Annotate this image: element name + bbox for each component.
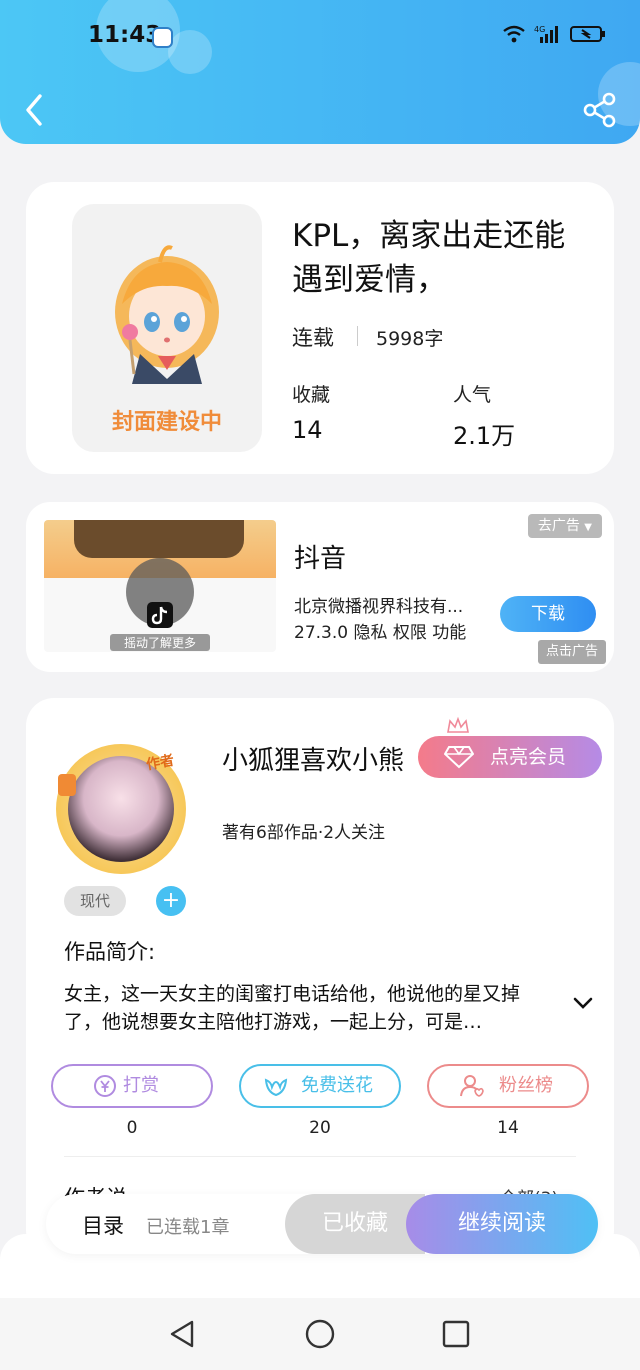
crown-icon bbox=[447, 716, 469, 733]
stat-value-collections: 14 bbox=[292, 416, 323, 444]
ad-thumbnail[interactable]: 摇动了解更多 bbox=[44, 520, 276, 652]
status-icons: 4G bbox=[502, 24, 606, 44]
cover-illustration bbox=[115, 245, 219, 384]
stat-value-popularity: 2.1万 bbox=[453, 422, 516, 450]
yen-icon bbox=[94, 1075, 116, 1097]
send-flower-label: 免费送花 bbox=[301, 1075, 373, 1096]
share-button[interactable] bbox=[582, 92, 618, 128]
decor-bubble bbox=[168, 30, 212, 74]
flower-icon bbox=[264, 1078, 288, 1097]
tip-count: 0 bbox=[126, 1118, 138, 1138]
user-icon bbox=[460, 1075, 484, 1097]
add-tag-button[interactable]: + bbox=[156, 886, 186, 916]
remove-ad-label: 去广告 bbox=[537, 518, 580, 534]
ad-download-button[interactable]: 下载 bbox=[500, 596, 596, 632]
stat-label-popularity: 人气 bbox=[453, 384, 492, 406]
ad-card[interactable]: 摇动了解更多 抖音 北京微播视界科技有... 27.3.0 隐私 权限 功能 去… bbox=[26, 502, 614, 672]
book-status: 连载 bbox=[292, 326, 334, 350]
author-name[interactable]: 小狐狸喜欢小熊 bbox=[222, 740, 404, 777]
diamond-icon bbox=[444, 746, 474, 769]
stat-label-collections: 收藏 bbox=[292, 384, 331, 406]
nav-home-icon[interactable] bbox=[304, 1318, 336, 1350]
fan-count: 14 bbox=[497, 1118, 519, 1138]
back-button[interactable] bbox=[20, 92, 50, 128]
send-flower-button[interactable]: 免费送花 bbox=[239, 1064, 401, 1108]
notification-app-icon bbox=[152, 27, 173, 48]
status-time: 11:43 bbox=[88, 22, 162, 48]
book-info-card: 封面建设中 KPL，离家出走还能遇到爱情， 连载 5998字 收藏 14 人气 … bbox=[26, 182, 614, 474]
nav-recents-icon[interactable] bbox=[440, 1318, 472, 1350]
battery-icon bbox=[570, 26, 605, 42]
expand-chevron-icon[interactable] bbox=[572, 996, 594, 1010]
header-bar: 11:43 4G bbox=[0, 0, 640, 144]
nav-back-icon[interactable] bbox=[166, 1318, 198, 1350]
collected-button[interactable]: 已收藏 bbox=[285, 1194, 425, 1254]
divider bbox=[64, 1156, 576, 1157]
bottom-action-bar: 目录 已连载1章 已收藏 继续阅读 bbox=[46, 1194, 598, 1254]
remove-ad-button[interactable]: 去广告 ▼ bbox=[527, 514, 602, 538]
genre-tag[interactable]: 现代 bbox=[64, 886, 126, 916]
separator bbox=[357, 326, 358, 346]
wifi-icon bbox=[503, 25, 525, 43]
intro-label: 作品简介: bbox=[64, 940, 156, 964]
author-card: 作者 小狐狸喜欢小熊 点亮会员 著有6部作品·2人关注 现代 + 作品简介: 女… bbox=[26, 698, 614, 1258]
signal-icon: 4G bbox=[534, 25, 558, 43]
ad-thumb-photo bbox=[74, 520, 244, 558]
chapter-info: 已连载1章 bbox=[146, 1217, 230, 1238]
ad-company: 北京微播视界科技有... bbox=[294, 597, 464, 617]
author-avatar[interactable]: 作者 bbox=[56, 744, 186, 874]
activate-vip-button[interactable]: 点亮会员 bbox=[418, 736, 602, 778]
system-nav-bar bbox=[0, 1298, 640, 1370]
ad-app-name: 抖音 bbox=[294, 544, 347, 574]
lantern-decor bbox=[58, 774, 76, 796]
book-title: KPL，离家出走还能遇到爱情， bbox=[292, 218, 566, 298]
vip-label: 点亮会员 bbox=[490, 746, 567, 768]
author-badge: 作者 bbox=[144, 752, 176, 774]
flower-count: 20 bbox=[309, 1118, 331, 1138]
tiktok-logo-icon bbox=[147, 602, 173, 628]
fan-ranking-label: 粉丝榜 bbox=[499, 1075, 553, 1096]
intro-text: 女主，这一天女主的闺蜜打电话给他，他说他的星又掉了，他说想要女主陪他打游戏，一起… bbox=[64, 983, 521, 1033]
ad-meta[interactable]: 27.3.0 隐私 权限 功能 bbox=[294, 618, 466, 643]
chevron-down-icon: ▼ bbox=[584, 522, 592, 533]
tip-label: 打赏 bbox=[123, 1075, 159, 1096]
book-cover[interactable]: 封面建设中 bbox=[72, 204, 262, 452]
continue-reading-button[interactable]: 继续阅读 bbox=[406, 1194, 598, 1254]
author-info: 著有6部作品·2人关注 bbox=[222, 823, 386, 843]
svg-text:4G: 4G bbox=[534, 25, 545, 34]
tip-button[interactable]: 打赏 bbox=[51, 1064, 213, 1108]
cover-placeholder-text: 封面建设中 bbox=[111, 410, 222, 435]
fan-ranking-button[interactable]: 粉丝榜 bbox=[427, 1064, 589, 1108]
ad-tag: 点击广告 bbox=[537, 640, 606, 664]
toc-button[interactable]: 目录 bbox=[82, 1210, 124, 1240]
shake-hint: 摇动了解更多 bbox=[110, 634, 210, 651]
book-word-count: 5998字 bbox=[376, 328, 444, 350]
